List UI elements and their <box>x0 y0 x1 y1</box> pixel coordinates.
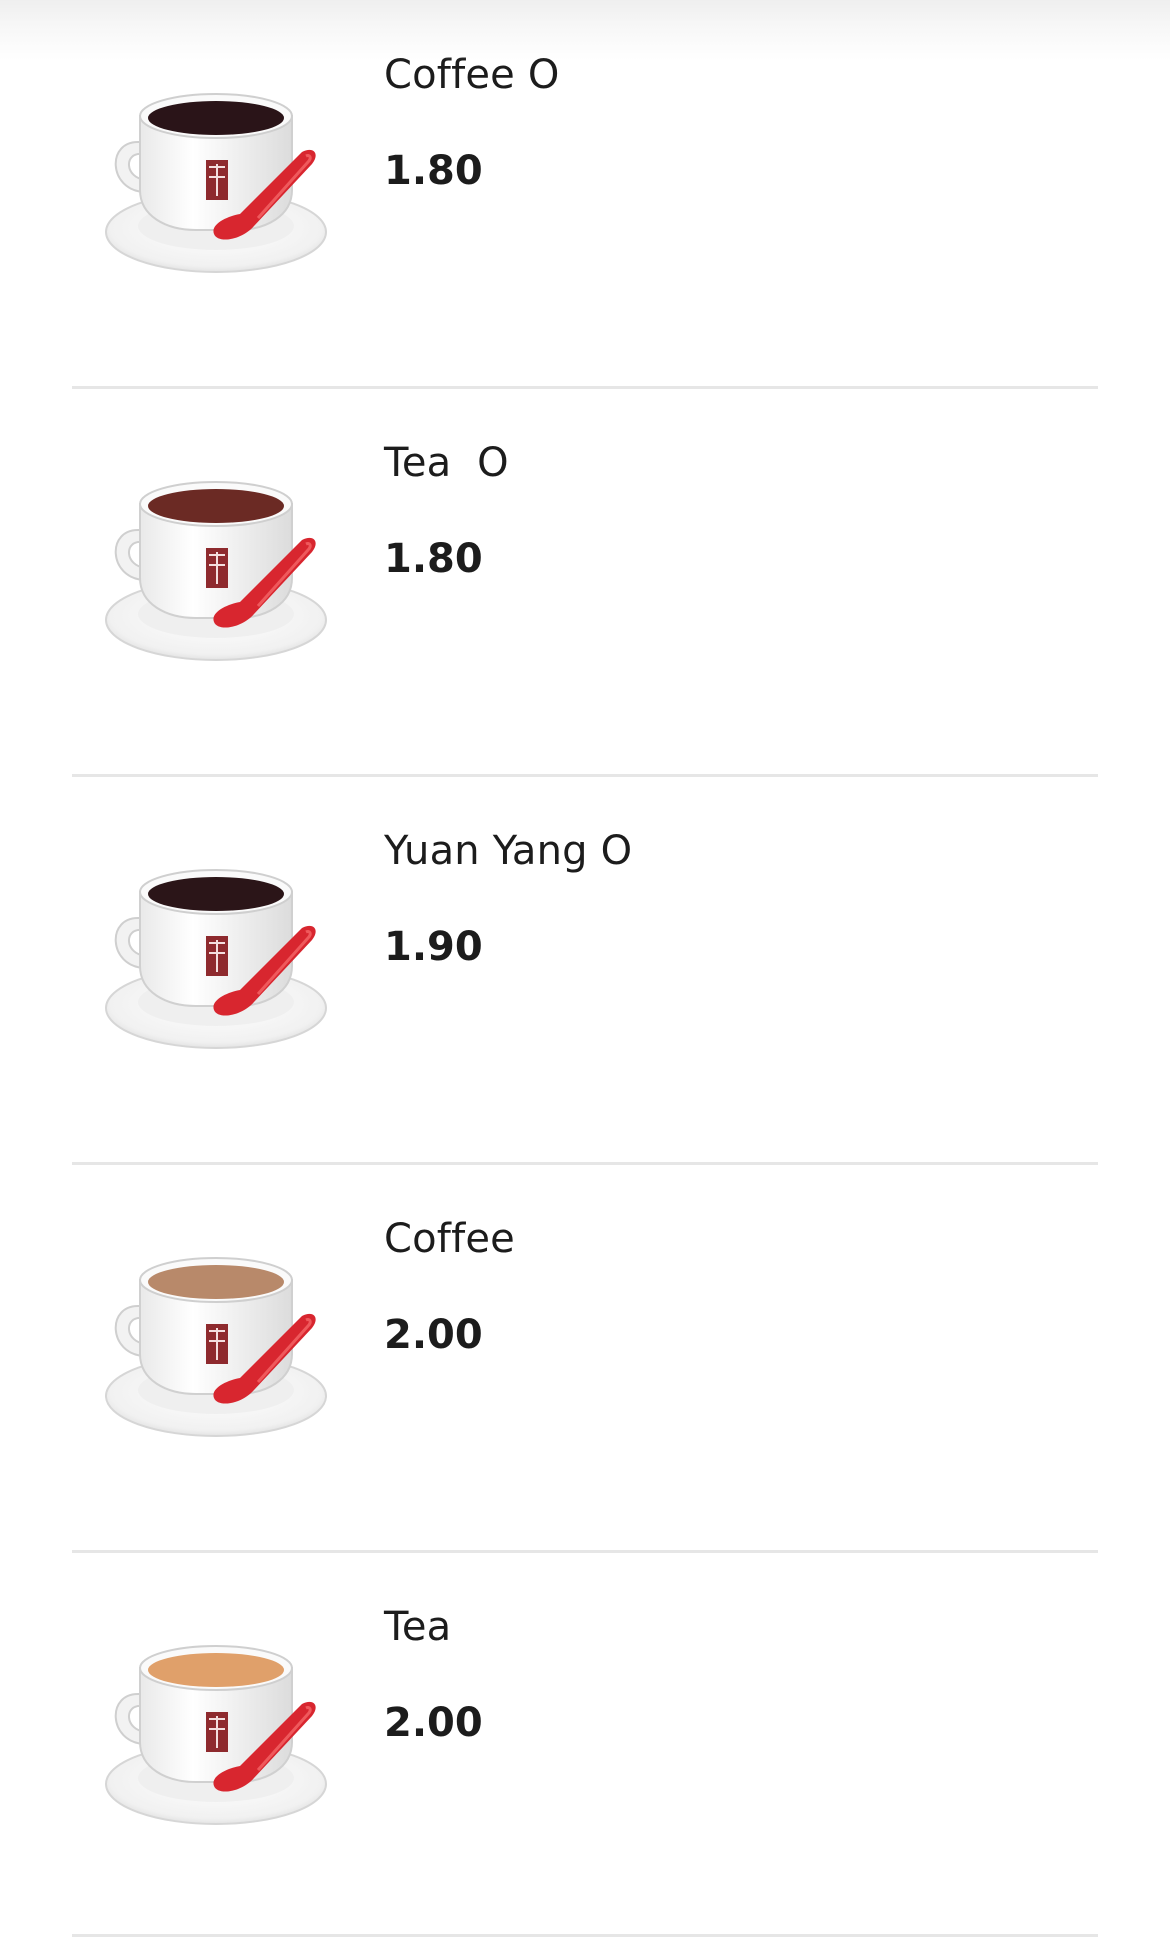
divider <box>72 1934 1098 1937</box>
drink <box>148 489 284 523</box>
drink <box>148 877 284 911</box>
item-name: Tea O <box>384 440 509 486</box>
tea-cup-icon <box>88 428 348 688</box>
menu-item[interactable]: Coffee 2.00 <box>0 1164 1170 1552</box>
menu-item[interactable]: Yuan Yang O 1.90 <box>0 776 1170 1164</box>
coffee-cup-icon <box>88 816 348 1076</box>
tea-cup-icon <box>88 1592 348 1852</box>
item-price: 1.80 <box>384 148 483 194</box>
drink <box>148 1653 284 1687</box>
coffee-cup-icon <box>88 40 348 300</box>
item-name: Coffee <box>384 1216 515 1262</box>
item-price: 1.90 <box>384 924 483 970</box>
drink <box>148 101 284 135</box>
item-price: 1.80 <box>384 536 483 582</box>
top-scroll-shadow <box>0 0 1170 60</box>
coffee-cup-icon <box>88 1204 348 1464</box>
item-price: 2.00 <box>384 1700 483 1746</box>
item-price: 2.00 <box>384 1312 483 1358</box>
item-name: Yuan Yang O <box>384 828 633 874</box>
drink <box>148 1265 284 1299</box>
menu-item[interactable]: Tea 2.00 <box>0 1552 1170 1940</box>
item-name: Tea <box>384 1604 452 1650</box>
menu-item[interactable]: Tea O 1.80 <box>0 388 1170 776</box>
